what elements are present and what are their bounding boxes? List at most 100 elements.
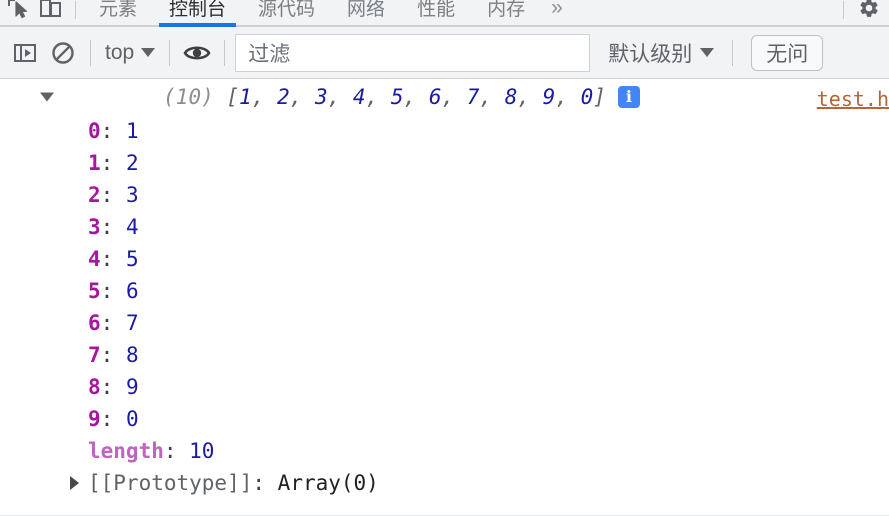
open-bracket: [ [226, 85, 240, 109]
property-key: 4 [88, 247, 101, 271]
clear-console-icon[interactable] [44, 34, 82, 72]
tab-label: 源代码 [258, 0, 316, 20]
property-value: 9 [125, 375, 139, 399]
devtools-window: 元素 控制台 源代码 网络 性能 内存 » top 过滤 默认级别 无问 (10… [0, 0, 889, 516]
toolbar-divider-4 [732, 39, 734, 66]
property-colon: : [100, 183, 126, 207]
preview-item: 0 [580, 85, 594, 109]
preview-item: 2 [277, 85, 290, 109]
log-level-select[interactable]: 默认级别 [598, 38, 724, 68]
show-console-sidebar-icon[interactable] [6, 34, 44, 72]
gear-icon[interactable] [851, 0, 887, 25]
property-value: 7 [125, 311, 139, 335]
array-property-row[interactable]: 9: 0 [0, 403, 889, 435]
tab-label: 内存 [487, 0, 526, 20]
preview-item: 9 [542, 85, 556, 109]
preview-item: 5 [390, 85, 404, 109]
property-colon: : [100, 215, 126, 239]
tab-label: 性能 [417, 0, 456, 20]
toolbar-divider-3 [224, 39, 226, 66]
property-value: 4 [125, 215, 139, 239]
property-key: 1 [88, 151, 101, 175]
property-colon: : [100, 407, 126, 431]
tab-sources[interactable]: 源代码 [242, 0, 331, 25]
issues-label: 无问 [766, 42, 809, 66]
preview-item: 3 [314, 85, 328, 109]
toolbar-divider-1 [90, 39, 91, 66]
array-property-row[interactable]: 2: 3 [0, 179, 889, 211]
prototype-key: [[Prototype]] [88, 471, 253, 495]
property-colon: : [100, 247, 126, 271]
filter-input[interactable]: 过滤 [235, 33, 591, 72]
collapsed-triangle-icon[interactable] [70, 476, 79, 490]
property-key: 3 [88, 215, 101, 239]
console-message-array[interactable]: (10) [1, 2, 3, 4, 5, 6, 7, 8, 9, 0] i te… [0, 79, 889, 115]
property-key: 9 [88, 407, 101, 431]
property-value: 3 [125, 183, 139, 207]
source-link[interactable]: test.h [817, 87, 889, 111]
property-value: 8 [125, 343, 139, 367]
preview-item: 4 [352, 85, 366, 109]
tab-performance[interactable]: 性能 [401, 0, 471, 25]
tab-overflow-button[interactable]: » [541, 0, 573, 25]
property-key: 6 [88, 311, 101, 335]
tab-elements[interactable]: 元素 [83, 0, 153, 25]
property-value: 6 [125, 279, 139, 303]
device-toolbar-icon[interactable] [34, 0, 68, 25]
close-bracket: ] [593, 85, 606, 109]
tab-console[interactable]: 控制台 [153, 0, 242, 27]
live-expression-eye-icon[interactable] [178, 34, 216, 72]
property-colon: : [100, 151, 126, 175]
property-key: 8 [88, 375, 101, 399]
property-value: 5 [125, 247, 139, 271]
toolbar-divider-2 [169, 39, 171, 66]
array-property-row[interactable]: 1: 2 [0, 147, 889, 179]
execution-context-select[interactable]: top [99, 41, 161, 65]
property-key: length [88, 439, 164, 463]
property-key: 5 [88, 279, 101, 303]
tabbar-divider-2 [843, 0, 844, 19]
execution-context-label: top [105, 40, 135, 64]
tab-network[interactable]: 网络 [331, 0, 401, 25]
array-property-row[interactable]: 7: 8 [0, 339, 889, 371]
chevron-down-icon [700, 48, 715, 57]
property-colon: : [100, 279, 126, 303]
property-key: 2 [88, 183, 101, 207]
expanded-triangle-icon[interactable] [40, 92, 54, 102]
property-value: 0 [125, 407, 139, 431]
array-property-row[interactable]: 4: 5 [0, 243, 889, 275]
prototype-value: Array(0) [277, 471, 379, 495]
info-badge-icon[interactable]: i [617, 86, 640, 108]
tab-label: 网络 [347, 0, 386, 20]
preview-item: 8 [504, 85, 518, 109]
property-value: 2 [125, 151, 139, 175]
prototype-row[interactable]: [[Prototype]]: Array(0) [0, 467, 889, 499]
tab-label: 元素 [99, 0, 138, 20]
array-property-row[interactable]: 6: 7 [0, 307, 889, 339]
array-property-row[interactable]: 5: 6 [0, 275, 889, 307]
devtools-tabbar: 元素 控制台 源代码 网络 性能 内存 » [0, 0, 889, 27]
array-length-row[interactable]: length: 10 [0, 435, 889, 467]
info-badge-glyph: i [625, 87, 632, 106]
property-colon: : [100, 375, 126, 399]
property-colon: : [100, 343, 126, 367]
preview-item: 6 [428, 85, 442, 109]
log-level-label: 默认级别 [608, 42, 693, 66]
console-output: (10) [1, 2, 3, 4, 5, 6, 7, 8, 9, 0] i te… [0, 79, 889, 516]
tab-label: 控制台 [169, 0, 227, 20]
property-value: 10 [189, 439, 215, 463]
property-colon: : [163, 439, 190, 463]
chevron-double-right-icon: » [551, 0, 563, 19]
property-key: 7 [88, 343, 101, 367]
inspect-element-icon[interactable] [0, 0, 34, 25]
issues-button[interactable]: 无问 [751, 34, 824, 71]
array-property-row[interactable]: 3: 4 [0, 211, 889, 243]
tab-memory[interactable]: 内存 [471, 0, 541, 25]
filter-placeholder: 过滤 [248, 42, 291, 66]
array-property-row[interactable]: 8: 9 [0, 371, 889, 403]
property-colon: : [100, 311, 126, 335]
array-count: (10) [163, 85, 214, 109]
console-toolbar: top 过滤 默认级别 无问 [0, 27, 889, 79]
chevron-down-icon [141, 48, 156, 57]
preview-item: 7 [466, 85, 480, 109]
